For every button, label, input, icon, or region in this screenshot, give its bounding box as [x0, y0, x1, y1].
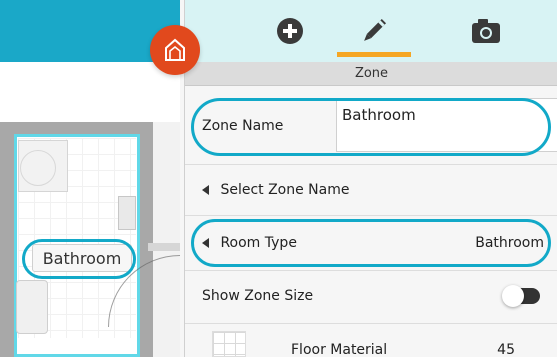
toggle-thumb — [502, 285, 524, 307]
house-icon — [165, 38, 185, 61]
door-opening — [148, 243, 180, 251]
plus-circle-icon — [277, 18, 303, 44]
properties-panel: Zone Zone Name Bathroom Select Zone Name… — [184, 0, 557, 357]
panel-toolbar — [185, 0, 557, 62]
app-logo-badge[interactable] — [150, 25, 200, 75]
chevron-left-icon — [202, 238, 209, 248]
show-zone-size-toggle[interactable] — [502, 285, 540, 307]
floor-material-row[interactable]: Floor Material 45 — [185, 324, 557, 357]
toilet-fixture[interactable] — [16, 280, 48, 334]
app-root: Bathroom Zone Zone Name Bathroom Select … — [0, 0, 557, 357]
active-tab-indicator — [337, 52, 411, 57]
chevron-left-icon — [202, 185, 209, 195]
pencil-icon — [364, 18, 387, 41]
shower-drain-icon — [20, 150, 56, 186]
show-zone-size-label: Show Zone Size — [202, 288, 314, 304]
floor-material-label: Floor Material — [291, 342, 388, 357]
room-name-label[interactable]: Bathroom — [32, 244, 132, 272]
select-zone-name-label-wrap: Select Zone Name — [202, 182, 350, 198]
floor-material-swatch — [212, 331, 246, 357]
sink-fixture[interactable] — [118, 196, 136, 230]
zone-name-row: Zone Name Bathroom — [185, 86, 557, 165]
zone-name-input[interactable]: Bathroom — [336, 98, 557, 152]
room-type-label: Room Type — [220, 235, 297, 251]
camera-icon — [472, 19, 500, 43]
room-type-label-wrap: Room Type — [202, 235, 297, 251]
toolbar-add-button[interactable] — [247, 0, 333, 62]
canvas-blank-area — [0, 62, 180, 122]
select-zone-name-label: Select Zone Name — [220, 182, 350, 198]
floor-material-value: 45 — [497, 342, 515, 357]
room-type-row[interactable]: Room Type Bathroom — [185, 216, 557, 271]
show-zone-size-row: Show Zone Size — [185, 271, 557, 324]
select-zone-name-row[interactable]: Select Zone Name — [185, 165, 557, 216]
room-type-value: Bathroom — [475, 235, 544, 251]
zone-name-label: Zone Name — [202, 118, 284, 134]
section-title: Zone — [185, 62, 557, 86]
toolbar-camera-button[interactable] — [443, 0, 529, 62]
